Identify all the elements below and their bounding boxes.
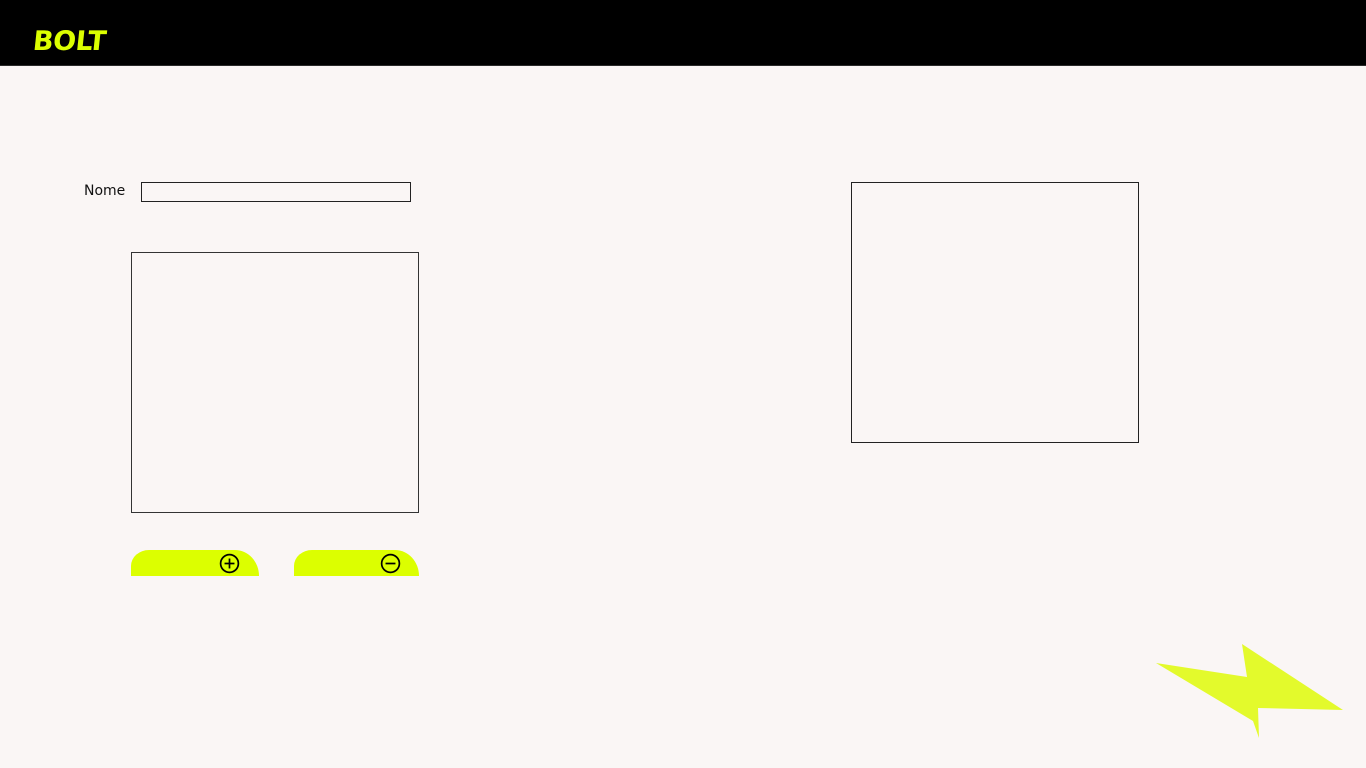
bolt-logo: BOLT: [31, 26, 108, 57]
remove-button[interactable]: [294, 550, 419, 576]
minus-circle-icon: [380, 553, 401, 574]
lightning-bolt-icon: [1156, 644, 1343, 738]
name-input[interactable]: [141, 182, 411, 202]
plus-circle-icon: [219, 553, 240, 574]
items-list-box[interactable]: [131, 252, 419, 513]
name-label: Nome: [84, 183, 126, 199]
preview-box: [851, 182, 1139, 443]
add-button[interactable]: [131, 550, 259, 576]
top-header-bar: BOLT: [0, 0, 1366, 66]
